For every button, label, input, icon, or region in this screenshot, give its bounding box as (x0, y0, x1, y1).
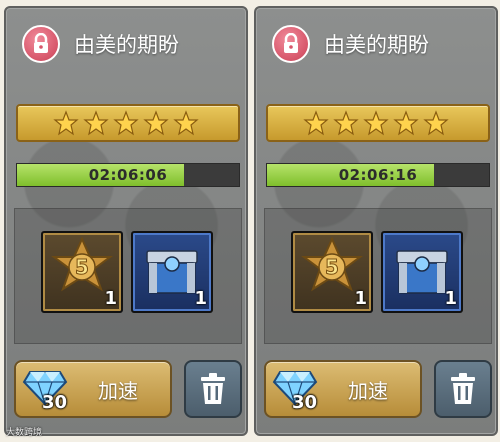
star-icon (423, 110, 449, 136)
star-icon (393, 110, 419, 136)
svg-text:5: 5 (75, 255, 89, 279)
trash-icon (201, 373, 225, 404)
trash-icon (451, 373, 475, 404)
reward-panel: 5 1 1 (14, 208, 242, 344)
reward-item-rank-badge[interactable]: 5 1 (291, 231, 373, 313)
reward-item-crate[interactable]: 1 (381, 231, 463, 313)
mission-card-2: 由美的期盼 02:06:16 5 1 1 30 加速 (254, 6, 498, 436)
star-icons (53, 110, 199, 136)
speed-up-button[interactable]: 30 加速 (264, 360, 422, 418)
star-icon (173, 110, 199, 136)
star-rating (266, 104, 490, 142)
star-icon (113, 110, 139, 136)
star-icon (303, 110, 329, 136)
timer-progress-bar: 02:06:16 (266, 163, 490, 187)
reward-item-crate[interactable]: 1 (131, 231, 213, 313)
gem-cost: 30 (42, 392, 68, 413)
lock-icon (22, 25, 60, 63)
reward-item-rank-badge[interactable]: 5 1 (41, 231, 123, 313)
item-count: 1 (194, 288, 207, 309)
watermark: 大数跨境 (6, 428, 43, 438)
star-icon (83, 110, 109, 136)
item-count: 1 (444, 288, 457, 309)
star-icon (53, 110, 79, 136)
item-count: 1 (354, 288, 367, 309)
card-header: 由美的期盼 (272, 20, 429, 68)
star-icon (363, 110, 389, 136)
delete-button[interactable] (184, 360, 242, 418)
card-header: 由美的期盼 (22, 20, 179, 68)
item-count: 1 (104, 288, 117, 309)
reward-panel: 5 1 1 (264, 208, 492, 344)
delete-button[interactable] (434, 360, 492, 418)
gem-cost: 30 (292, 392, 318, 413)
lock-icon (272, 25, 310, 63)
mission-title: 由美的期盼 (324, 33, 429, 57)
timer-text: 02:06:06 (88, 166, 168, 184)
star-icons (303, 110, 449, 136)
mission-title: 由美的期盼 (74, 33, 179, 57)
speed-up-label: 加速 (98, 378, 138, 403)
mission-card-1: 由美的期盼 02:06:06 5 1 1 30 加速 (4, 6, 248, 436)
star-rating (16, 104, 240, 142)
speed-up-label: 加速 (348, 378, 388, 403)
timer-text: 02:06:16 (338, 166, 418, 184)
svg-text:5: 5 (325, 255, 339, 279)
star-icon (333, 110, 359, 136)
timer-progress-bar: 02:06:06 (16, 163, 240, 187)
speed-up-button[interactable]: 30 加速 (14, 360, 172, 418)
star-icon (143, 110, 169, 136)
